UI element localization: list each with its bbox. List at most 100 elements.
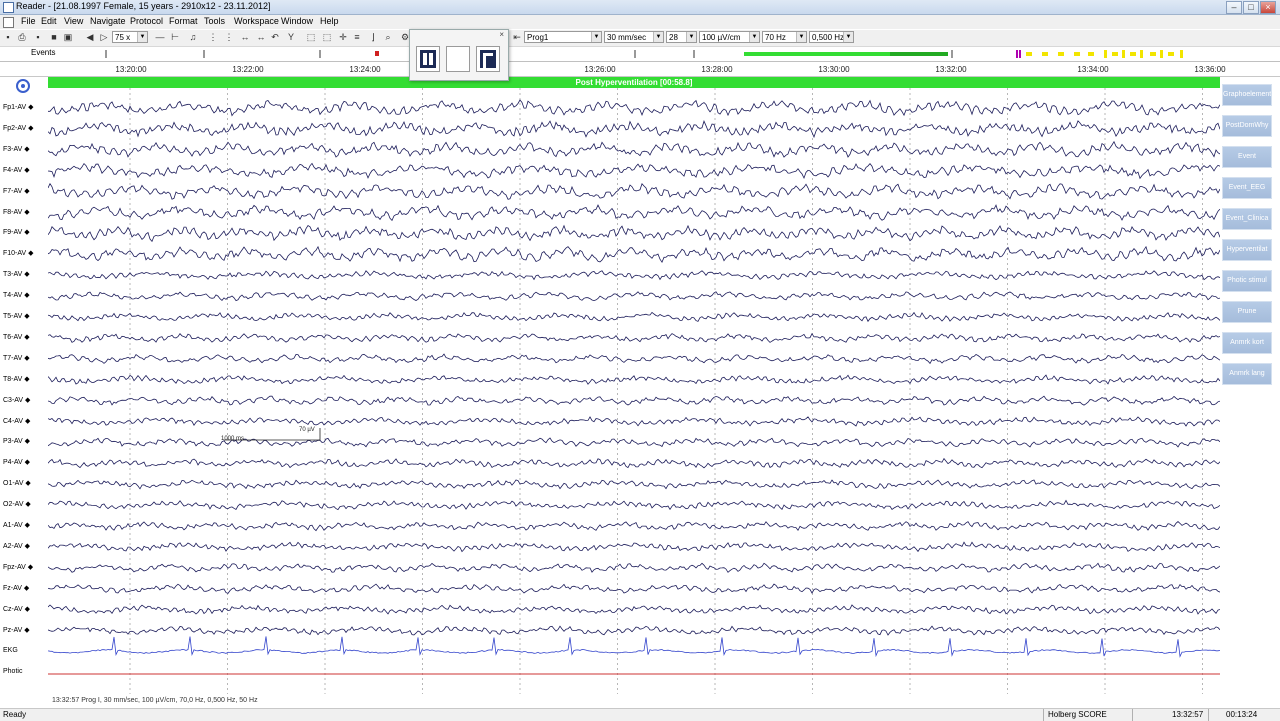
channel-label[interactable]: F9-AV ◆: [3, 228, 30, 237]
channel-label[interactable]: Fp1-AV ◆: [3, 103, 34, 112]
zoom-select[interactable]: 75 x ▼: [112, 31, 148, 43]
channel-label[interactable]: O2-AV ◆: [3, 500, 31, 509]
menu-help[interactable]: Help: [320, 16, 339, 26]
region-select-icon[interactable]: ⬚: [322, 32, 332, 43]
channel-label[interactable]: T7-AV ◆: [3, 354, 30, 363]
event-eeg-button[interactable]: Event_EEG: [1222, 177, 1272, 199]
hyperventilation-banner[interactable]: Post Hyperventilation [00:58.8]: [48, 77, 1220, 88]
window-title: Reader - [21.08.1997 Female, 15 years - …: [16, 1, 271, 11]
maximize-button[interactable]: □: [1243, 1, 1259, 14]
select-icon[interactable]: ⬚: [306, 32, 316, 43]
menu-view[interactable]: View: [64, 16, 83, 26]
channel-label[interactable]: Fp2-AV ◆: [3, 124, 34, 133]
photic-stimulation-markers[interactable]: [1026, 50, 1183, 58]
note-icon[interactable]: ♫: [188, 32, 198, 43]
channel-label[interactable]: F10-AV ◆: [3, 249, 34, 258]
channels-select[interactable]: 28 ▼: [666, 31, 697, 43]
eeg-trace-area[interactable]: [48, 88, 1220, 694]
event-marker-red[interactable]: [375, 51, 379, 56]
channel-label[interactable]: EKG: [3, 646, 18, 655]
postdomwhy-button[interactable]: PostDomWhy: [1222, 115, 1272, 137]
channel-label[interactable]: O1-AV ◆: [3, 479, 31, 488]
channel-label[interactable]: Fz-AV ◆: [3, 584, 29, 593]
highpass-select[interactable]: 0,500 Hz ▼: [809, 31, 854, 43]
photic-marker[interactable]: [1019, 50, 1021, 58]
event-button[interactable]: Event: [1222, 146, 1272, 168]
sensitivity-select[interactable]: 100 µV/cm ▼: [699, 31, 760, 43]
menu-protocol[interactable]: Protocol: [130, 16, 163, 26]
channel-label[interactable]: A1-AV ◆: [3, 521, 30, 530]
graphoelement-button[interactable]: Graphoelement: [1222, 84, 1272, 106]
photic-marker[interactable]: [1016, 50, 1018, 58]
channel-label[interactable]: Cz-AV ◆: [3, 605, 30, 614]
menu-window[interactable]: Window: [281, 16, 313, 26]
photic-stimulation-button[interactable]: Photic stimul: [1222, 270, 1272, 292]
menu-workspace[interactable]: Workspace: [234, 16, 279, 26]
print-icon[interactable]: ⎙: [17, 32, 27, 43]
channel-label[interactable]: F8-AV ◆: [3, 208, 30, 217]
menu-edit[interactable]: Edit: [41, 16, 57, 26]
channel-label[interactable]: T8-AV ◆: [3, 375, 30, 384]
channel-label[interactable]: F7-AV ◆: [3, 187, 30, 196]
menu-file[interactable]: File: [21, 16, 36, 26]
post-hyperventilation-range[interactable]: [890, 52, 948, 56]
menu-format[interactable]: Format: [169, 16, 198, 26]
undo-icon[interactable]: ↶: [270, 32, 280, 43]
annotation-short-button[interactable]: Anmrk kort: [1222, 332, 1272, 354]
stop-icon[interactable]: ■: [49, 32, 59, 43]
eeg-trace: [48, 332, 1220, 343]
montage-icon[interactable]: ⇤: [512, 32, 522, 43]
channel-label[interactable]: T6-AV ◆: [3, 333, 30, 342]
channel-label[interactable]: T5-AV ◆: [3, 312, 30, 321]
hyperventilation-range[interactable]: [744, 52, 894, 56]
channel-label[interactable]: P3-AV ◆: [3, 437, 30, 446]
channel-label[interactable]: Photic: [3, 667, 22, 676]
marker-tool-icon[interactable]: ⋮: [208, 32, 218, 43]
channel-label[interactable]: F4-AV ◆: [3, 166, 30, 175]
prune-button[interactable]: Prune: [1222, 301, 1272, 323]
channel-label[interactable]: P4-AV ◆: [3, 458, 30, 467]
next-page-icon[interactable]: ▷: [99, 32, 109, 43]
channel-label[interactable]: A2-AV ◆: [3, 542, 30, 551]
record-icon[interactable]: ▪: [33, 32, 43, 43]
blank-view-button[interactable]: [446, 46, 470, 72]
expand-horizontal-2-icon[interactable]: ↔: [256, 32, 266, 43]
expand-horizontal-icon[interactable]: ↔: [240, 32, 250, 43]
montage-value: Prog1: [527, 33, 549, 42]
crosshair-icon[interactable]: ✛: [338, 32, 348, 43]
floating-tool-window[interactable]: ×: [409, 29, 509, 81]
speed-select[interactable]: 30 mm/sec ▼: [604, 31, 664, 43]
events-bar[interactable]: Events: [0, 47, 1280, 62]
close-icon[interactable]: ×: [499, 30, 504, 39]
close-button[interactable]: ×: [1260, 1, 1276, 14]
camera-icon[interactable]: ▣: [63, 32, 73, 43]
channel-label[interactable]: C4-AV ◆: [3, 417, 30, 426]
recenter-target-icon[interactable]: [16, 79, 30, 93]
marker-tool-2-icon[interactable]: ⋮: [224, 32, 234, 43]
annotation-long-button[interactable]: Anmrk lang: [1222, 363, 1272, 385]
montage-select[interactable]: Prog1 ▼: [524, 31, 602, 43]
cursor-tool-icon[interactable]: ⊢: [170, 32, 180, 43]
channel-label[interactable]: C3-AV ◆: [3, 396, 30, 405]
channel-label[interactable]: Pz-AV ◆: [3, 626, 30, 635]
event-clinical-button[interactable]: Event_Clinica: [1222, 208, 1272, 230]
magnifier-icon[interactable]: ⌕: [383, 32, 393, 43]
bracket-icon[interactable]: ⌋: [368, 32, 378, 43]
filter-icon[interactable]: Y: [286, 32, 296, 43]
channel-label[interactable]: T3-AV ◆: [3, 270, 30, 279]
save-icon[interactable]: ▪: [3, 32, 13, 43]
channel-label[interactable]: T4-AV ◆: [3, 291, 30, 300]
line-tool-icon[interactable]: —: [155, 32, 165, 43]
hyperventilation-button[interactable]: Hyperventilat: [1222, 239, 1272, 261]
eeg-trace: [48, 374, 1220, 385]
lowpass-select[interactable]: 70 Hz ▼: [762, 31, 807, 43]
menu-tools[interactable]: Tools: [204, 16, 225, 26]
minimize-button[interactable]: –: [1226, 1, 1242, 14]
lines-icon[interactable]: ≡: [352, 32, 362, 43]
menu-navigate[interactable]: Navigate: [90, 16, 126, 26]
channel-label[interactable]: Fpz-AV ◆: [3, 563, 33, 572]
previous-page-icon[interactable]: ◀: [85, 32, 95, 43]
split-view-button[interactable]: [416, 46, 440, 72]
cursor-view-button[interactable]: [476, 46, 500, 72]
channel-label[interactable]: F3-AV ◆: [3, 145, 30, 154]
